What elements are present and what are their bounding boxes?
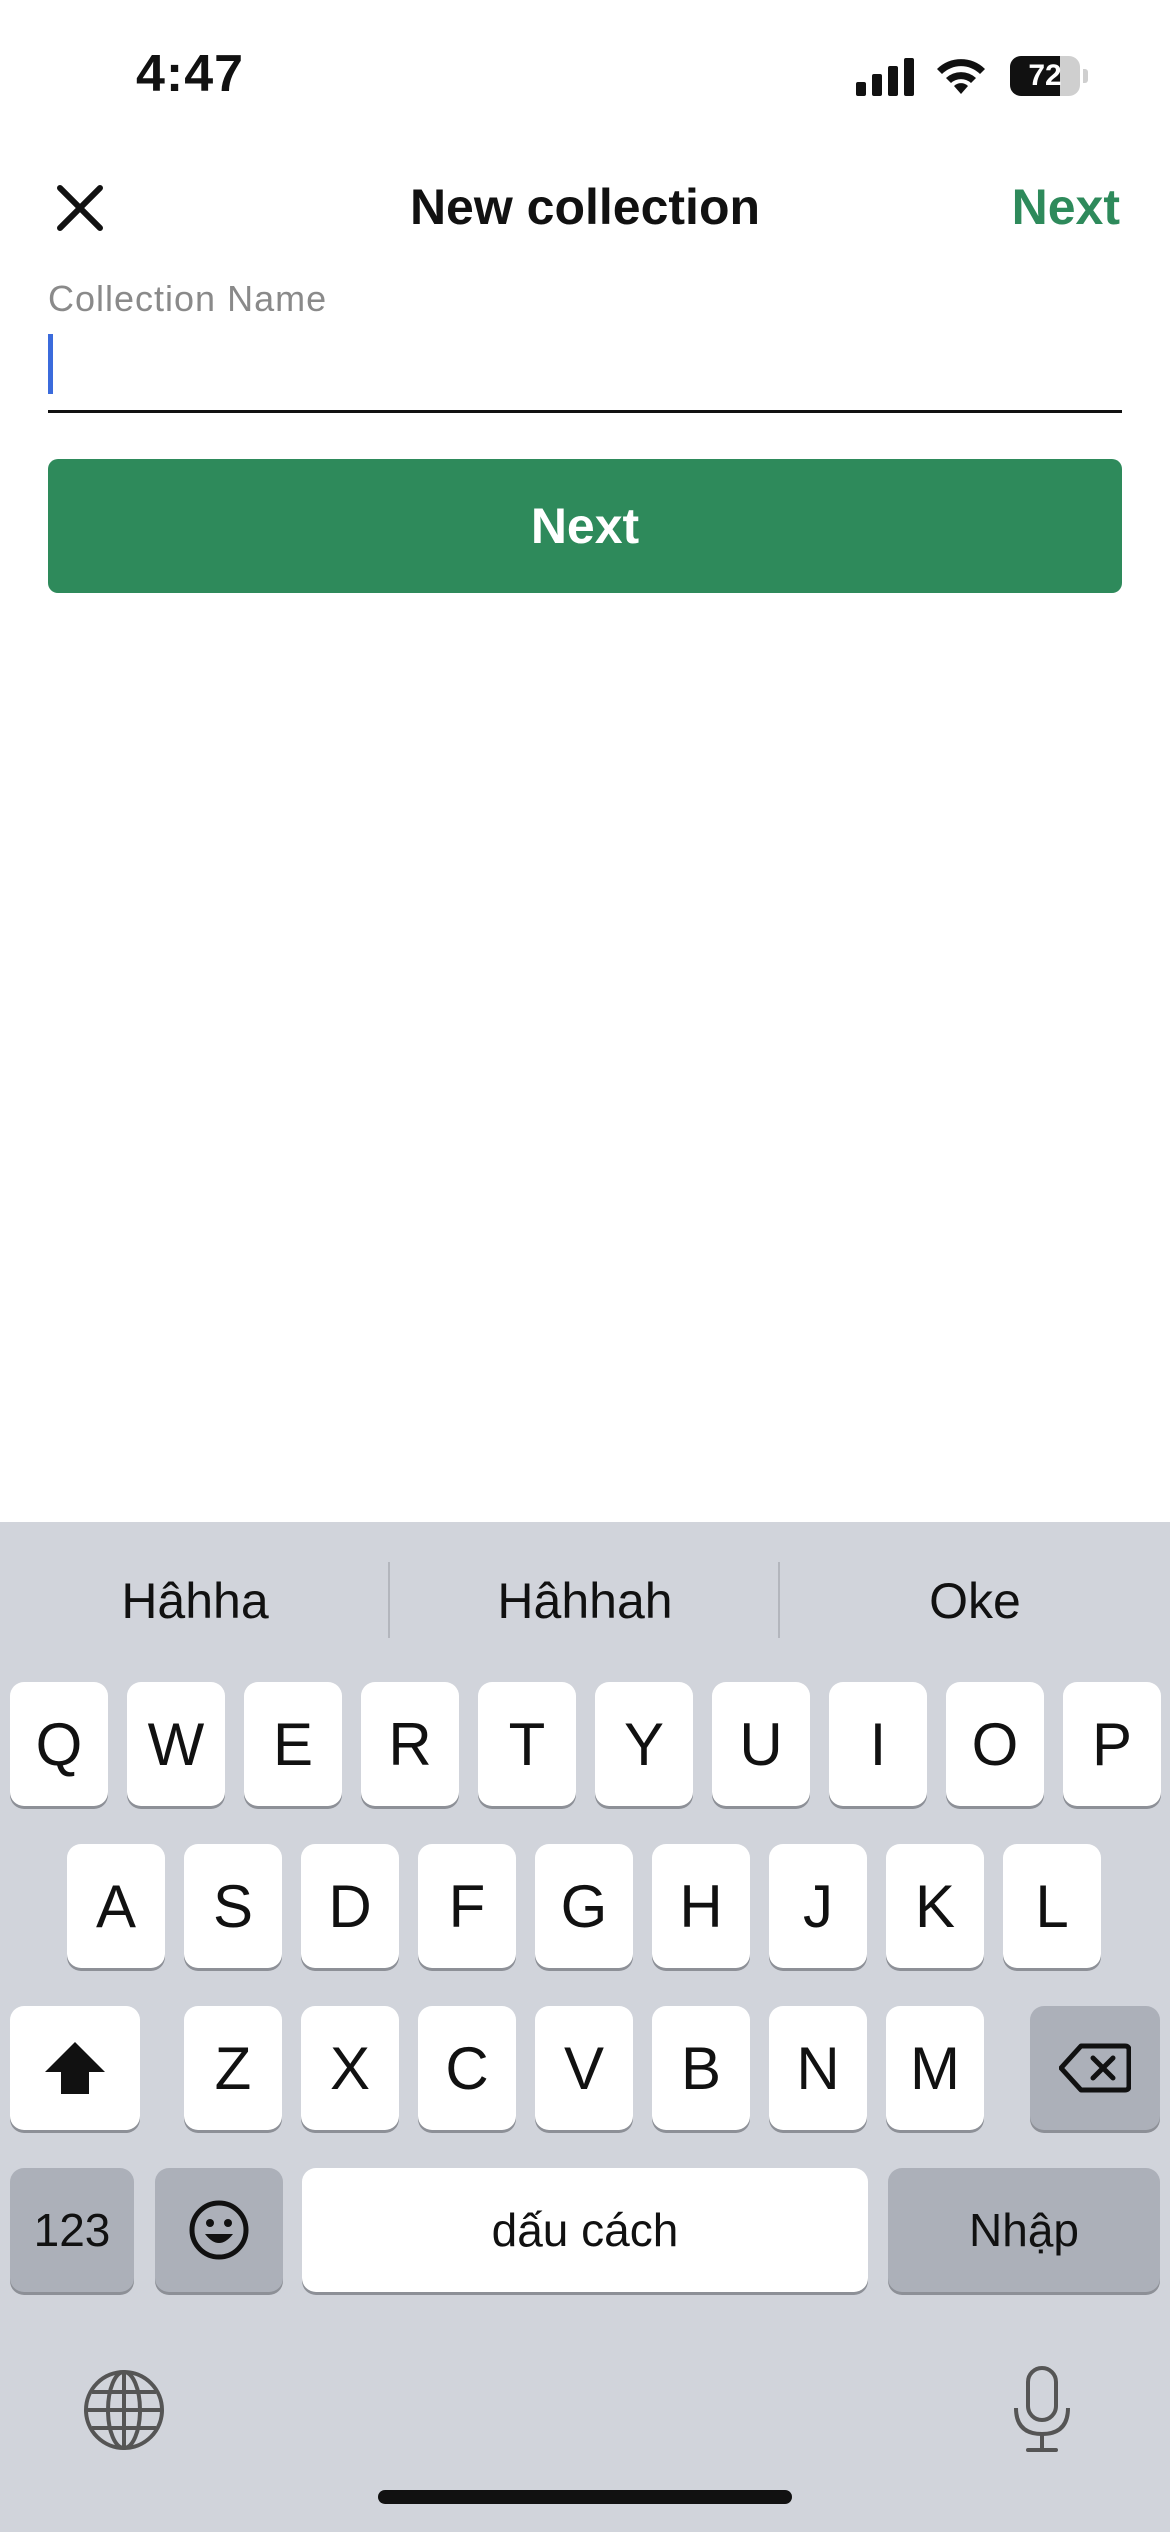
shift-icon [45, 2042, 105, 2094]
key-f[interactable]: F [418, 1844, 516, 1968]
collection-name-field[interactable] [48, 320, 1122, 413]
key-b[interactable]: B [652, 2006, 750, 2130]
collection-name-input[interactable] [48, 332, 1122, 392]
key-x[interactable]: X [301, 2006, 399, 2130]
space-key[interactable]: dấu cách [302, 2168, 868, 2292]
suggestion-2[interactable]: Hâhhah [390, 1572, 780, 1630]
key-p[interactable]: P [1063, 1682, 1161, 1806]
status-bar: 4:47 72 [0, 0, 1170, 150]
return-key[interactable]: Nhập [888, 2168, 1160, 2292]
key-t[interactable]: T [478, 1682, 576, 1806]
microphone-icon [1014, 2366, 1070, 2452]
key-m[interactable]: M [886, 2006, 984, 2130]
battery-level: 72 [1028, 59, 1062, 92]
globe-icon [84, 2370, 164, 2450]
key-i[interactable]: I [829, 1682, 927, 1806]
key-o[interactable]: O [946, 1682, 1044, 1806]
backspace-icon [1059, 2043, 1131, 2093]
page-title: New collection [409, 179, 761, 235]
key-k[interactable]: K [886, 1844, 984, 1968]
nav-next-button[interactable]: Next [1012, 178, 1120, 236]
key-e[interactable]: E [244, 1682, 342, 1806]
key-r[interactable]: R [361, 1682, 459, 1806]
globe-button[interactable] [82, 2368, 166, 2452]
microphone-button[interactable] [1010, 2364, 1074, 2456]
key-w[interactable]: W [127, 1682, 225, 1806]
key-c[interactable]: C [418, 2006, 516, 2130]
nav-bar: New collection Next [0, 160, 1170, 250]
next-button[interactable]: Next [48, 459, 1122, 593]
key-l[interactable]: L [1003, 1844, 1101, 1968]
keyboard: Hâhha Hâhhah Oke Q W E R T Y U I O P A S… [0, 1522, 1170, 2532]
key-j[interactable]: J [769, 1844, 867, 1968]
key-s[interactable]: S [184, 1844, 282, 1968]
emoji-icon [189, 2200, 249, 2260]
key-z[interactable]: Z [184, 2006, 282, 2130]
key-h[interactable]: H [652, 1844, 750, 1968]
key-a[interactable]: A [67, 1844, 165, 1968]
key-q[interactable]: Q [10, 1682, 108, 1806]
key-v[interactable]: V [535, 2006, 633, 2130]
key-d[interactable]: D [301, 1844, 399, 1968]
collection-name-label: Collection Name [48, 278, 328, 319]
cellular-signal-icon [856, 58, 914, 96]
suggestion-bar: Hâhha Hâhhah Oke [0, 1522, 1170, 1682]
text-caret [48, 334, 53, 394]
key-y[interactable]: Y [595, 1682, 693, 1806]
key-g[interactable]: G [535, 1844, 633, 1968]
status-time: 4:47 [136, 45, 245, 103]
suggestion-1[interactable]: Hâhha [0, 1572, 390, 1630]
emoji-key[interactable] [155, 2168, 283, 2292]
suggestion-3[interactable]: Oke [780, 1572, 1170, 1630]
battery-icon: 72 [1010, 56, 1088, 96]
backspace-key[interactable] [1030, 2006, 1160, 2130]
home-indicator [378, 2490, 792, 2504]
key-u[interactable]: U [712, 1682, 810, 1806]
numbers-key[interactable]: 123 [10, 2168, 134, 2292]
wifi-icon [937, 59, 985, 94]
shift-key[interactable] [10, 2006, 140, 2130]
key-n[interactable]: N [769, 2006, 867, 2130]
